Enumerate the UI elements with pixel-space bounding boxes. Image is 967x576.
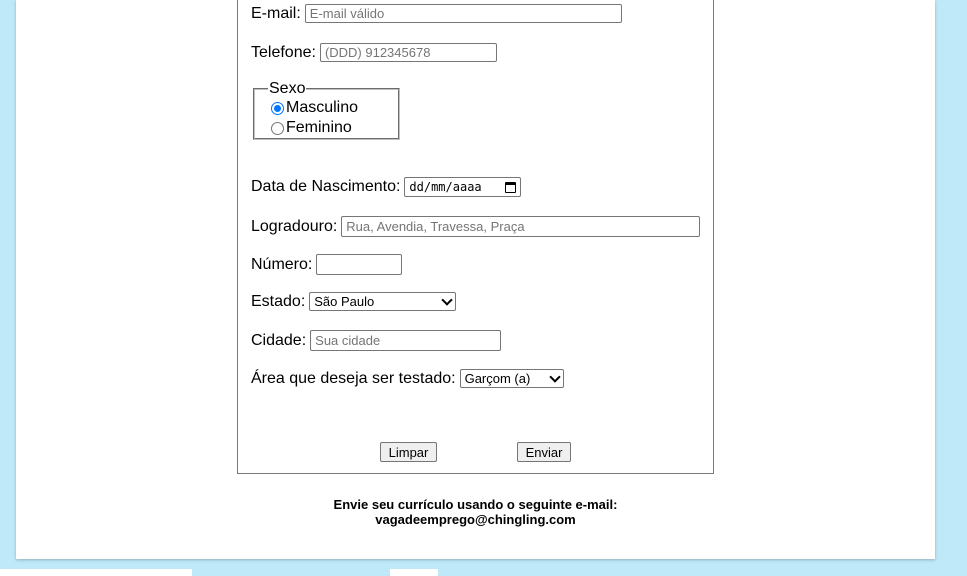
logradouro-label: Logradouro: bbox=[251, 217, 338, 235]
footer-contact: Envie seu currículo usando o seguinte e-… bbox=[237, 497, 714, 527]
cidade-label: Cidade: bbox=[251, 331, 307, 349]
telefone-row: Telefone: bbox=[251, 43, 497, 62]
area-label: Área que deseja ser testado: bbox=[251, 369, 456, 387]
cidade-input[interactable] bbox=[310, 330, 502, 351]
radio-unchecked-icon[interactable] bbox=[271, 121, 284, 135]
email-input[interactable] bbox=[304, 4, 622, 23]
estado-label: Estado: bbox=[251, 292, 306, 310]
sexo-fieldset: Sexo Masculino Feminino bbox=[253, 80, 400, 140]
bottom-tab-middle bbox=[390, 569, 438, 576]
page-container: E-mail: Telefone: Sexo Masculino Feminin… bbox=[16, 0, 935, 559]
cidade-row: Cidade: bbox=[251, 330, 502, 351]
area-select[interactable]: Garçom (a) bbox=[459, 369, 564, 388]
area-selected: Garçom (a) bbox=[464, 371, 531, 386]
chevron-down-icon bbox=[441, 293, 453, 306]
logradouro-input[interactable] bbox=[341, 216, 701, 237]
radio-masculino-label: Masculino bbox=[286, 99, 359, 116]
numero-label: Número: bbox=[251, 255, 313, 273]
birthdate-value: dd/mm/aaaa bbox=[409, 180, 482, 194]
chevron-down-icon bbox=[548, 370, 561, 383]
numero-row: Número: bbox=[251, 254, 403, 275]
email-label: E-mail: bbox=[251, 4, 301, 22]
clear-button[interactable]: Limpar bbox=[380, 442, 437, 462]
nascimento-label: Data de Nascimento: bbox=[251, 178, 401, 195]
nascimento-row: Data de Nascimento: dd/mm/aaaa bbox=[251, 177, 522, 197]
estado-selected: São Paulo bbox=[314, 294, 375, 309]
area-row: Área que deseja ser testado: Garçom (a) bbox=[251, 369, 564, 388]
estado-row: Estado: São Paulo bbox=[251, 292, 457, 311]
radio-checked-icon[interactable] bbox=[271, 101, 284, 115]
submit-button[interactable]: Enviar bbox=[517, 442, 571, 462]
telefone-label: Telefone: bbox=[251, 43, 316, 61]
footer-email: vagadeemprego@chingling.com bbox=[375, 512, 576, 527]
estado-select[interactable]: São Paulo bbox=[309, 292, 457, 311]
resume-form: E-mail: Telefone: Sexo Masculino Feminin… bbox=[237, 0, 714, 474]
sexo-legend: Sexo bbox=[269, 80, 306, 97]
footer-line1: Envie seu currículo usando o seguinte e-… bbox=[333, 497, 618, 512]
numero-input[interactable] bbox=[316, 254, 403, 275]
email-row: E-mail: bbox=[251, 4, 622, 23]
logradouro-row: Logradouro: bbox=[251, 216, 701, 237]
radio-feminino-label: Feminino bbox=[286, 119, 352, 136]
bottom-tab-left bbox=[0, 569, 192, 576]
calendar-icon[interactable] bbox=[505, 181, 517, 193]
telefone-input[interactable] bbox=[319, 43, 497, 62]
birthdate-input[interactable]: dd/mm/aaaa bbox=[404, 177, 522, 197]
radio-masculino[interactable]: Masculino bbox=[271, 98, 398, 118]
radio-feminino[interactable]: Feminino bbox=[271, 118, 398, 138]
